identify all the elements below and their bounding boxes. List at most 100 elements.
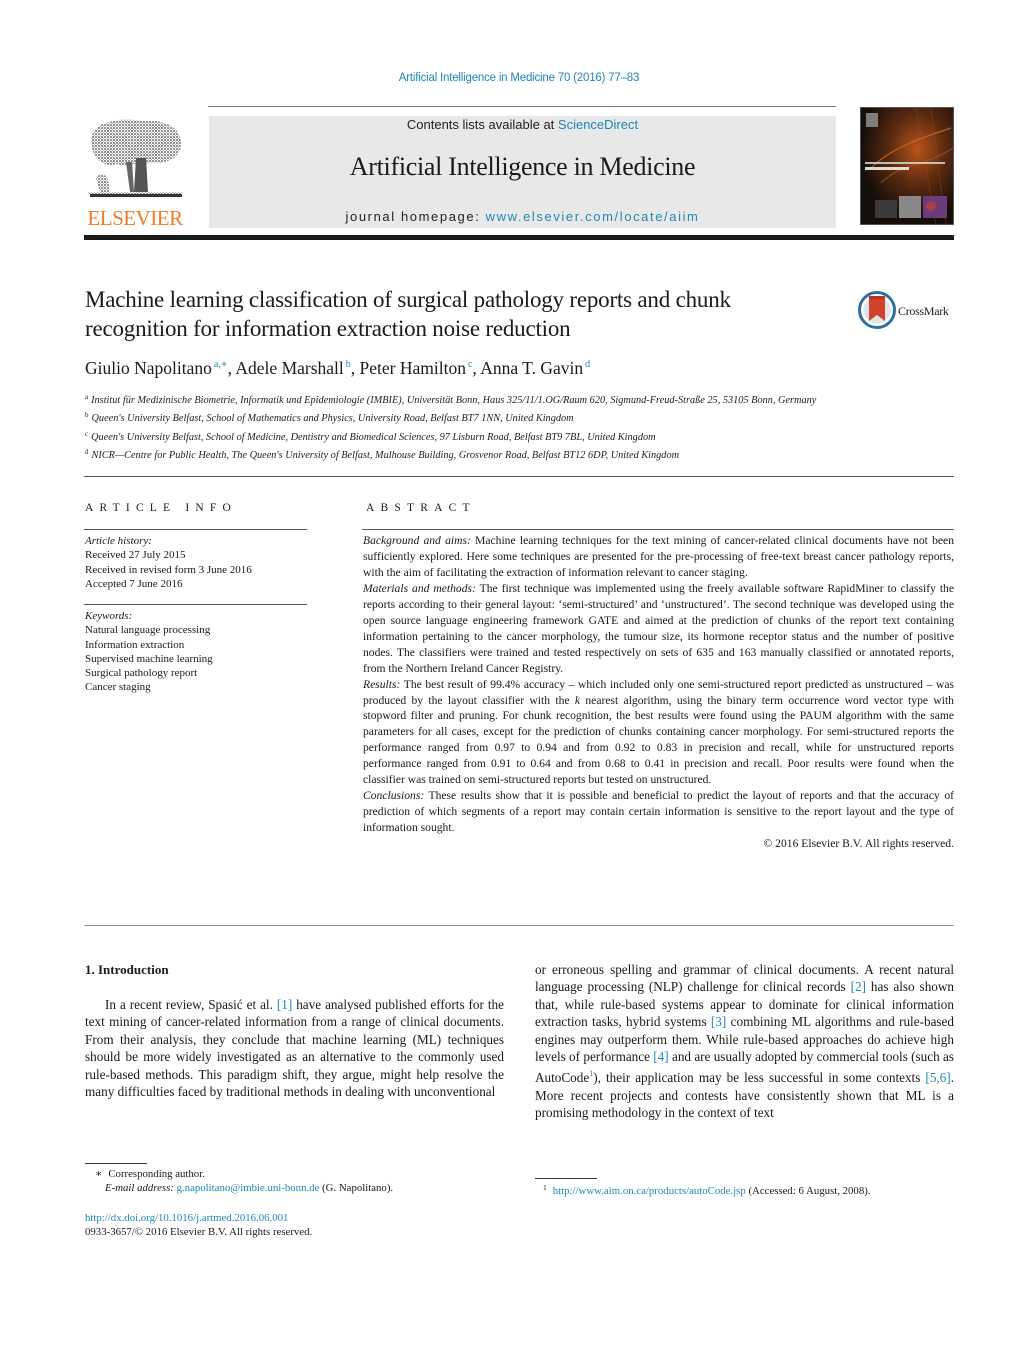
cover-artwork-icon	[861, 108, 953, 224]
abstract-section-background: Background and aims: Machine learning te…	[363, 533, 954, 581]
footnote-divider	[85, 1163, 147, 1164]
journal-homepage-link[interactable]: www.elsevier.com/locate/aiim	[486, 209, 700, 224]
abstract-section-label: Conclusions:	[363, 789, 425, 803]
email-line: E-mail address: g.napolitano@imbie.uni-b…	[85, 1181, 505, 1195]
author-name: Adele Marshall	[235, 358, 344, 378]
crossmark-button[interactable]: CrossMark	[858, 290, 958, 332]
homepage-prefix: journal homepage:	[345, 209, 486, 224]
history-item: Received in revised form 3 June 2016	[85, 563, 252, 576]
keywords: Keywords: Natural language processing In…	[85, 609, 307, 695]
journal-citation-link[interactable]: Artificial Intelligence in Medicine 70 (…	[0, 72, 1020, 84]
journal-cover-image[interactable]	[860, 107, 954, 225]
elsevier-wordmark: ELSEVIER	[87, 206, 183, 230]
journal-title: Artificial Intelligence in Medicine	[349, 152, 696, 181]
abstract-section-label: Materials and methods:	[363, 581, 476, 595]
citation-link[interactable]: [2]	[851, 979, 866, 994]
abstract-section-methods: Materials and methods: The first techniq…	[363, 581, 954, 677]
section-divider	[84, 476, 954, 477]
corresponding-marker: ∗	[95, 1168, 103, 1180]
author-affiliation-marker[interactable]: a,∗	[214, 359, 228, 370]
author-affiliation-marker[interactable]: d	[585, 359, 590, 370]
citation-link[interactable]: [3]	[711, 1014, 726, 1029]
abstract-heading: ABSTRACT	[366, 502, 476, 514]
citation-link[interactable]: [4]	[653, 1049, 668, 1064]
body-text: In a recent review, Spasić et al.	[105, 997, 277, 1012]
abstract-section-text: The first technique was implemented usin…	[363, 581, 954, 675]
keyword-item: Surgical pathology report	[85, 667, 198, 680]
contents-line: Contents lists available at ScienceDirec…	[209, 117, 836, 132]
header-thick-rule	[84, 235, 954, 240]
author-affiliation-marker[interactable]: b	[346, 359, 351, 370]
body-column-right: or erroneous spelling and grammar of cli…	[535, 961, 954, 1122]
article-history: Article history: Received 27 July 2015 R…	[85, 534, 307, 591]
autocode-link[interactable]: http://www.aim.on.ca/products/autoCode.j…	[553, 1185, 746, 1197]
author-list: Giulio Napolitano a,∗, Adele Marshall b, P…	[85, 358, 591, 378]
elsevier-logo[interactable]: ELSEVIER	[84, 116, 186, 230]
keyword-item: Supervised machine learning	[85, 652, 213, 665]
footnote-1-marker: 1	[543, 1183, 547, 1192]
crossmark-label: CrossMark	[898, 304, 949, 318]
journal-header-box: Contents lists available at ScienceDirec…	[209, 116, 836, 228]
abstract-section-text: These results show that it is possible a…	[363, 789, 954, 835]
doi-link[interactable]: http://dx.doi.org/10.1016/j.artmed.2016.…	[85, 1211, 505, 1225]
history-item: Received 27 July 2015	[85, 549, 186, 562]
affiliation-text: NICR—Centre for Public Health, The Queen…	[91, 449, 680, 461]
abstract-section-results: Results: The best result of 99.4% accura…	[363, 677, 954, 789]
affiliation-text: Institut für Medizinische Biometrie, Inf…	[91, 395, 817, 406]
affiliation-text: Queen's University Belfast, School of Me…	[91, 431, 656, 443]
email-suffix: (G. Napolitano).	[319, 1182, 394, 1195]
affiliation-item: c Queen's University Belfast, School of M…	[85, 427, 845, 445]
author-affiliation-marker[interactable]: c	[468, 359, 472, 370]
keyword-item: Cancer staging	[85, 681, 151, 694]
email-label: E-mail address:	[105, 1182, 174, 1195]
citation-link[interactable]: [5,6]	[925, 1070, 950, 1085]
keyword-item: Natural language processing	[85, 624, 211, 637]
homepage-line: journal homepage: www.elsevier.com/locat…	[209, 209, 836, 224]
doi-block: http://dx.doi.org/10.1016/j.artmed.2016.…	[85, 1211, 505, 1240]
issn-copyright: 0933-3657/© 2016 Elsevier B.V. All right…	[85, 1226, 313, 1239]
affiliation-item: d NICR—Centre for Public Health, The Quee…	[85, 445, 845, 463]
body-text: ), their application may be less success…	[593, 1070, 926, 1086]
keyword-item: Information extraction	[85, 638, 185, 651]
article-info-divider	[84, 604, 307, 605]
abstract-section-conclusions: Conclusions: These results show that it …	[363, 788, 954, 836]
abstract-section-label: Results:	[363, 677, 401, 691]
body-paragraph: In a recent review, Spasić et al. [1] ha…	[85, 996, 504, 1100]
article-history-label: Article history:	[85, 535, 152, 547]
footnote-1: 1 http://www.aim.on.ca/products/autoCode.…	[535, 1181, 955, 1198]
body-column-left: In a recent review, Spasić et al. [1] ha…	[85, 996, 504, 1100]
section-divider	[84, 925, 954, 926]
corresponding-text: Corresponding author.	[108, 1168, 205, 1180]
body-paragraph: or erroneous spelling and grammar of cli…	[535, 961, 954, 1122]
footnote-corresponding-author: ∗ Corresponding author. E-mail address: g…	[85, 1167, 505, 1196]
affiliation-key: b	[85, 411, 89, 420]
abstract-divider	[362, 529, 954, 530]
abstract-body: Background and aims: Machine learning te…	[363, 533, 954, 852]
affiliation-key: d	[85, 447, 89, 456]
abstract-section-label: Background and aims:	[363, 534, 471, 547]
affiliation-item: b Queen's University Belfast, School of M…	[85, 408, 845, 426]
contents-prefix: Contents lists available at	[406, 117, 558, 132]
article-title: Machine learning classification of surgi…	[85, 287, 731, 341]
abstract-section-text: nearest algorithm, using the binary term…	[363, 693, 954, 787]
abstract-copyright: © 2016 Elsevier B.V. All rights reserved…	[763, 837, 954, 851]
keywords-label: Keywords:	[85, 610, 133, 622]
affiliation-text: Queen's University Belfast, School of Ma…	[91, 413, 574, 425]
affiliations: a Institut für Medizinische Biometrie, In…	[85, 390, 845, 463]
affiliation-key: c	[85, 429, 89, 438]
sciencedirect-link[interactable]: ScienceDirect	[558, 117, 638, 132]
elsevier-tree-icon	[88, 119, 182, 197]
corresponding-author-note: ∗ Corresponding author.	[85, 1167, 505, 1181]
footnote-1-suffix: (Accessed: 6 August, 2008).	[745, 1185, 871, 1197]
body-text: have analysed published efforts for the …	[85, 997, 504, 1100]
history-item: Accepted 7 June 2016	[85, 577, 183, 590]
crossmark-icon	[858, 291, 896, 329]
affiliation-item: a Institut für Medizinische Biometrie, In…	[85, 390, 845, 408]
citation-link[interactable]: [1]	[277, 997, 292, 1012]
author-name: Giulio Napolitano	[85, 358, 212, 378]
footnote-divider	[535, 1178, 597, 1179]
article-info-heading: ARTICLE INFO	[85, 502, 237, 514]
email-link[interactable]: g.napolitano@imbie.uni-bonn.de	[177, 1182, 320, 1194]
author-name: Peter Hamilton	[359, 358, 466, 378]
author-name: Anna T. Gavin	[480, 358, 584, 378]
